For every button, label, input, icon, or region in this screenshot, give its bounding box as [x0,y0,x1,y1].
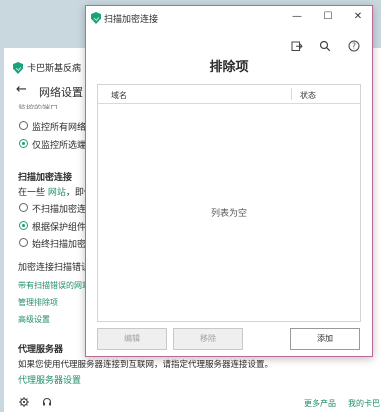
proxy-settings-link[interactable]: 代理服务器设置 [18,373,81,386]
websites-link[interactable]: 网站 [48,188,66,198]
svg-text:?: ? [352,42,356,51]
radio-monitor-selected[interactable] [19,139,28,148]
encrypted-scan-errors-label: 加密连接扫描错误 [18,263,91,273]
column-header-domain[interactable]: 域名 [111,90,127,101]
desc-prefix: 在一些 [18,188,46,198]
scan-encrypted-heading: 扫描加密连接 [18,173,73,183]
table-header: 域名 状态 [98,85,360,104]
dialog-titlebar: 扫描加密连接 — ☐ ✕ [86,6,372,30]
radio-monitor-all-label: 监控所有网络 [32,123,87,133]
radio-by-component[interactable] [19,221,28,230]
help-icon[interactable]: ? [348,40,360,52]
close-button[interactable]: ✕ [347,9,369,25]
kaspersky-shield-icon [91,12,101,24]
proxy-heading: 代理服务器 [18,345,64,355]
bottom-bar: 更多产品 我的卡巴 [4,394,381,412]
support-icon[interactable] [42,397,52,407]
maximize-button[interactable]: ☐ [317,9,339,25]
back-arrow-icon[interactable]: ← [16,83,27,96]
gear-icon[interactable] [19,397,29,407]
radio-always-scan[interactable] [19,238,28,247]
advanced-settings-link[interactable]: 高级设置 [18,314,50,325]
column-divider[interactable] [291,88,292,100]
radio-by-component-label: 根据保护组件 [32,223,87,233]
export-icon[interactable] [291,40,303,52]
add-button[interactable]: 添加 [290,328,360,350]
exclusions-dialog: 扫描加密连接 — ☐ ✕ ? 排除项 域名 状态 列表为空 编辑 移除 添加 [85,5,373,357]
radio-monitor-selected-label: 仅监控所选端 [32,141,87,151]
edit-button[interactable]: 编辑 [97,328,167,350]
my-account-link[interactable]: 我的卡巴 [348,398,380,409]
search-icon[interactable] [319,40,331,52]
error-sites-link[interactable]: 带有扫描错误的网站 [18,280,90,291]
dialog-heading: 排除项 [209,60,249,75]
radio-always-scan-label: 始终扫描加密 [32,240,87,250]
proxy-description: 如果您使用代理服务器连接到互联网，请指定代理服务器连接设置。 [18,360,274,370]
empty-list-message: 列表为空 [210,209,247,219]
remove-button[interactable]: 移除 [173,328,243,350]
kaspersky-shield-icon [13,62,23,74]
minimize-button[interactable]: — [286,9,308,25]
manage-exclusions-link[interactable]: 管理排除项 [18,297,58,308]
monitor-ports-heading: 监控的端口 [18,104,58,109]
exclusions-table: 域名 状态 列表为空 [97,84,361,322]
page-title: 网络设置 [39,86,83,99]
column-header-status[interactable]: 状态 [300,90,316,101]
more-products-link[interactable]: 更多产品 [304,398,336,409]
radio-no-scan-label: 不扫描加密连 [32,205,87,215]
dialog-title: 扫描加密连接 [104,15,159,25]
radio-monitor-all[interactable] [19,121,28,130]
main-window-title: 卡巴斯基反病 [27,64,82,74]
radio-no-scan[interactable] [19,203,28,212]
scan-encrypted-description: 在一些 网站，即使 [18,185,93,198]
